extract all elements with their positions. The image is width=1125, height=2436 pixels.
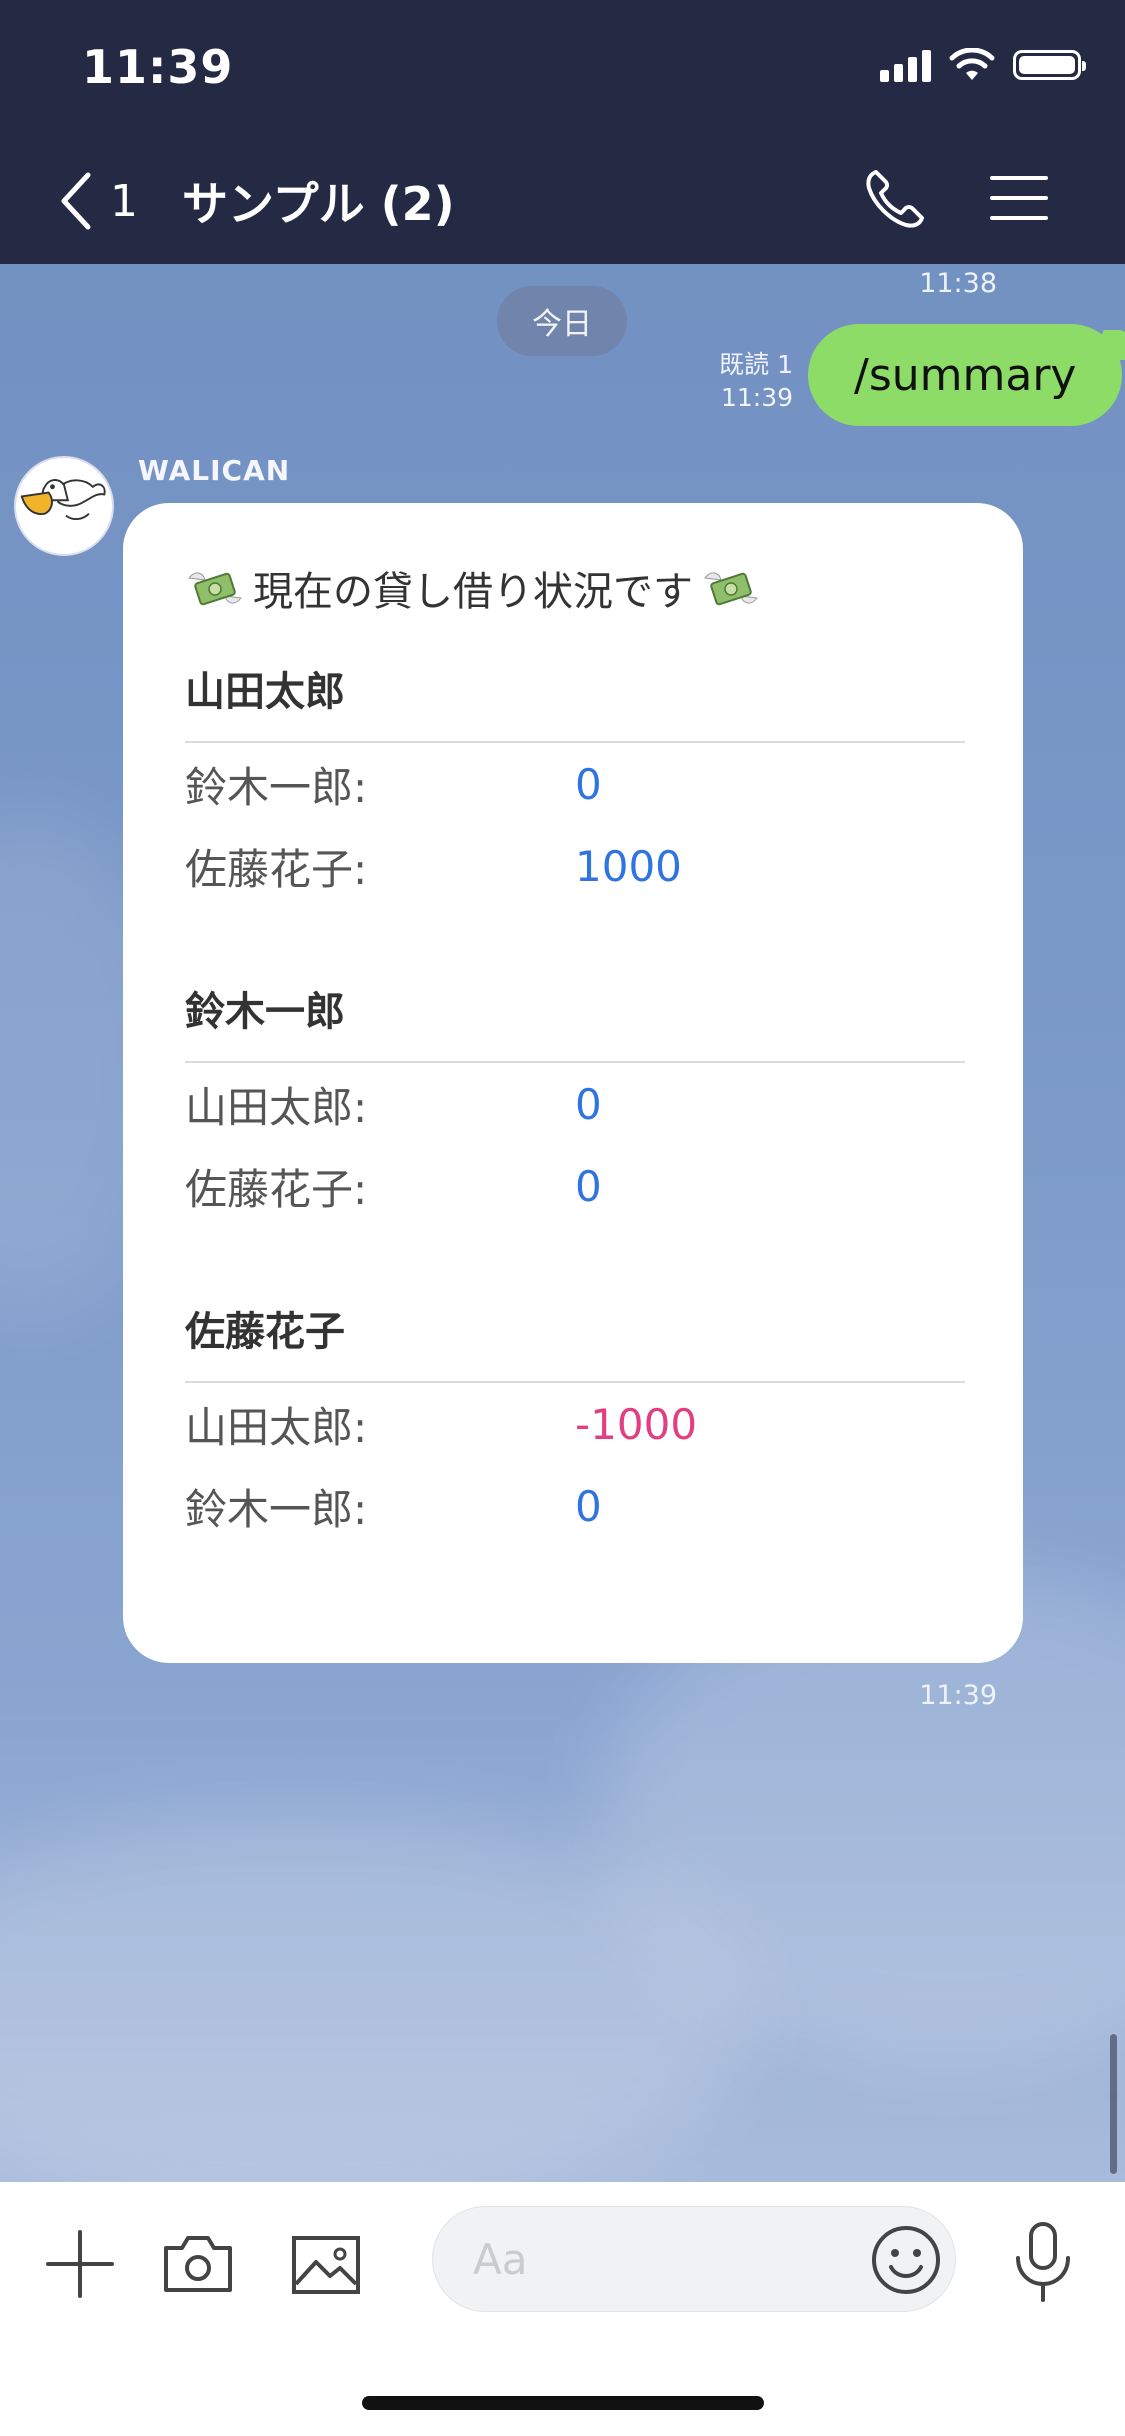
balance-row: 鈴木一郎: 0 bbox=[185, 743, 965, 825]
input-placeholder: Aa bbox=[473, 2235, 528, 2284]
balance-row: 鈴木一郎: 0 bbox=[185, 1465, 965, 1547]
menu-icon[interactable] bbox=[990, 174, 1048, 222]
read-label: 既読 1 bbox=[719, 350, 793, 379]
signal-icon bbox=[880, 48, 931, 82]
balance-person: 山田太郎: bbox=[185, 1402, 368, 1452]
back-button[interactable]: 1 bbox=[58, 166, 168, 236]
status-time: 11:39 bbox=[82, 40, 234, 94]
summary-section: 山田太郎 鈴木一郎: 0 佐藤花子: 1000 bbox=[185, 653, 965, 907]
scrollbar[interactable] bbox=[1110, 2034, 1117, 2174]
avatar[interactable] bbox=[14, 456, 114, 556]
balance-person: 山田太郎: bbox=[185, 1082, 368, 1132]
balance-person: 鈴木一郎: bbox=[185, 1484, 368, 1534]
balance-amount: 0 bbox=[575, 1079, 602, 1129]
balance-amount: 0 bbox=[575, 759, 602, 809]
status-icons bbox=[880, 48, 1086, 82]
image-icon[interactable] bbox=[288, 2226, 364, 2302]
battery-icon bbox=[1013, 50, 1086, 80]
message-time: 11:39 bbox=[919, 1680, 997, 1711]
summary-section: 佐藤花子 山田太郎: -1000 鈴木一郎: 0 bbox=[185, 1293, 965, 1547]
mic-icon[interactable] bbox=[1010, 2220, 1076, 2304]
money-with-wings-icon bbox=[704, 572, 758, 606]
plus-icon[interactable] bbox=[42, 2226, 118, 2302]
balance-row: 佐藤花子: 0 bbox=[185, 1145, 965, 1227]
summary-section: 鈴木一郎 山田太郎: 0 佐藤花子: 0 bbox=[185, 973, 965, 1227]
balance-row: 山田太郎: -1000 bbox=[185, 1383, 965, 1465]
bubble-tail bbox=[1092, 330, 1125, 360]
balance-row: 山田太郎: 0 bbox=[185, 1063, 965, 1145]
back-chevron-icon bbox=[61, 172, 91, 230]
summary-card[interactable]: 現在の貸し借り状況です 山田太郎 鈴木一郎: 0 佐藤花子: 1000 鈴木一郎 bbox=[123, 503, 1023, 1663]
balance-amount: 0 bbox=[575, 1161, 602, 1211]
card-header-text: 現在の貸し借り状況です bbox=[253, 569, 693, 615]
wifi-icon bbox=[949, 48, 995, 80]
balance-amount: 0 bbox=[575, 1481, 602, 1531]
unread-count: 1 bbox=[110, 175, 138, 227]
chat-title: サンプル (2) bbox=[182, 177, 455, 231]
section-name: 鈴木一郎 bbox=[185, 989, 345, 1035]
home-indicator[interactable] bbox=[362, 2396, 764, 2410]
message-input[interactable]: Aa bbox=[432, 2206, 956, 2312]
sender-name: WALICAN bbox=[138, 454, 291, 487]
balance-row: 佐藤花子: 1000 bbox=[185, 825, 965, 907]
top-bar: 11:39 1 サンプル (2) bbox=[0, 0, 1125, 264]
chat-area[interactable]: 11:38 今日 既読 1 11:39 /summary WALICAN 現在の… bbox=[0, 264, 1125, 2182]
outgoing-message-bubble[interactable]: /summary bbox=[808, 324, 1125, 426]
money-with-wings-icon bbox=[188, 572, 242, 606]
balance-person: 佐藤花子: bbox=[185, 1164, 368, 1214]
balance-person: 鈴木一郎: bbox=[185, 762, 368, 812]
section-name: 佐藤花子 bbox=[185, 1309, 345, 1355]
camera-icon[interactable] bbox=[160, 2226, 236, 2302]
section-name: 山田太郎 bbox=[185, 669, 345, 715]
card-header: 現在の貸し借り状況です bbox=[185, 559, 761, 617]
message-text: /summary bbox=[854, 349, 1077, 401]
balance-amount: -1000 bbox=[575, 1399, 698, 1449]
balance-amount: 1000 bbox=[575, 841, 682, 891]
read-status: 既読 1 11:39 bbox=[719, 348, 793, 414]
message-time: 11:38 bbox=[919, 268, 997, 299]
phone-icon[interactable] bbox=[862, 166, 928, 232]
message-time: 11:39 bbox=[720, 383, 793, 412]
date-separator: 今日 bbox=[497, 286, 627, 356]
pelican-icon bbox=[20, 479, 106, 521]
emoji-icon[interactable] bbox=[869, 2223, 943, 2297]
balance-person: 佐藤花子: bbox=[185, 844, 368, 894]
